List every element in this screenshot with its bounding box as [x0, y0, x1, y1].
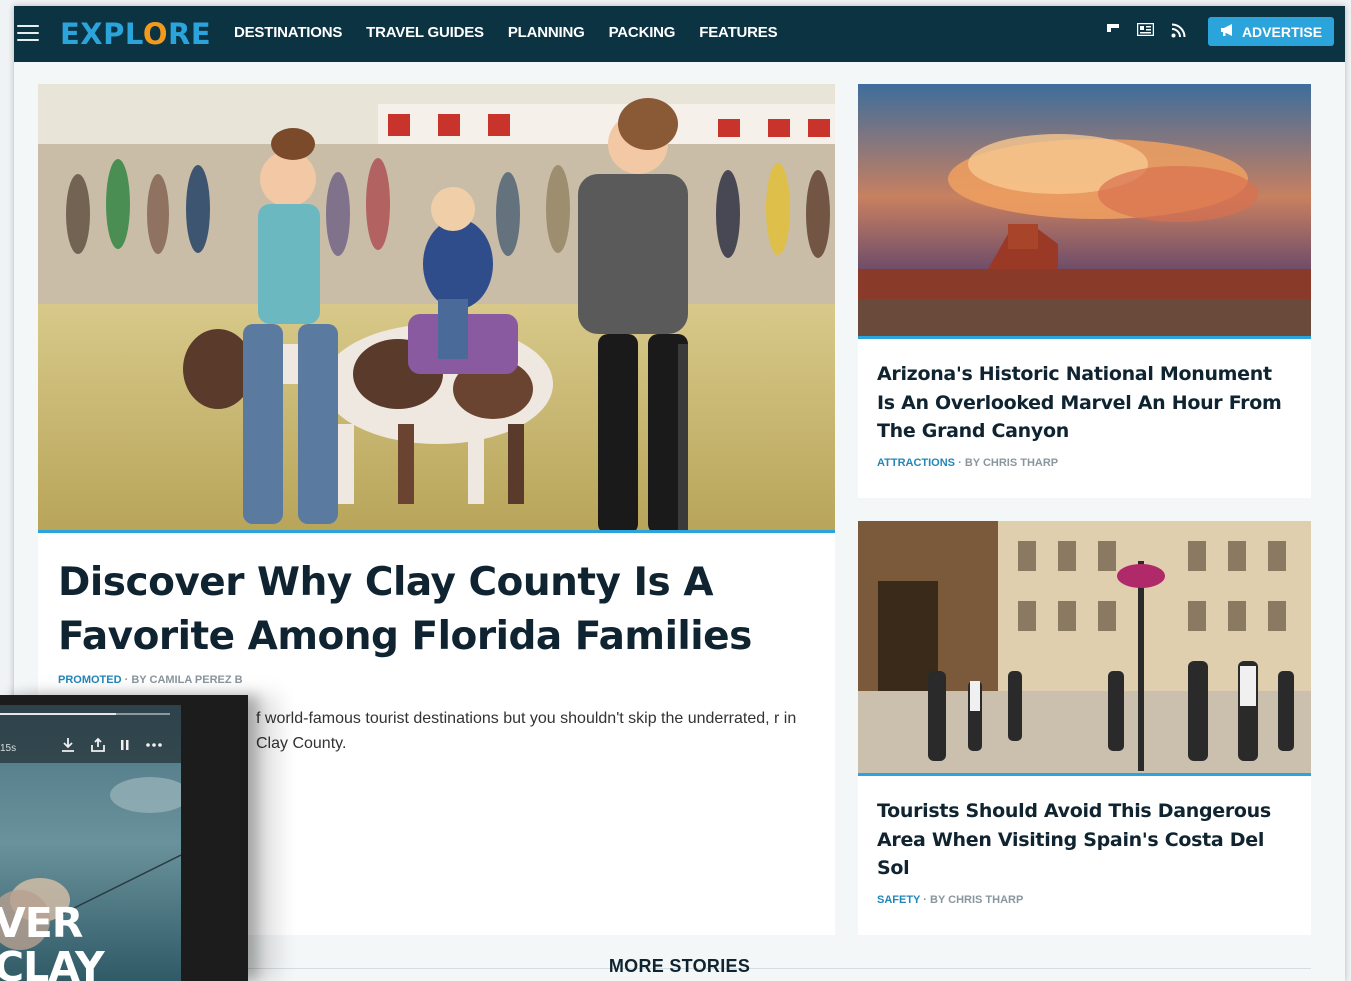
- featured-article-meta: PROMOTED · BY CAMILA PEREZ B: [58, 674, 243, 686]
- video-overlay-text: VER CLAY: [0, 899, 105, 981]
- nav-links: DESTINATIONS TRAVEL GUIDES PLANNING PACK…: [234, 24, 778, 41]
- site-logo[interactable]: EXPLORE: [60, 17, 211, 51]
- side-article-category-arizona[interactable]: ATTRACTIONS: [877, 457, 955, 469]
- nav-link-packing[interactable]: PACKING: [609, 24, 676, 41]
- nav-link-destinations[interactable]: DESTINATIONS: [234, 24, 342, 41]
- video-time: 15s: [0, 743, 17, 754]
- video-frame[interactable]: 15s VER CLAY: [0, 705, 181, 981]
- more-options-icon[interactable]: [145, 737, 163, 757]
- side-article-title-arizona[interactable]: Arizona's Historic National Monument Is …: [877, 360, 1292, 446]
- pause-icon[interactable]: [119, 737, 131, 757]
- advertise-label: ADVERTISE: [1241, 23, 1323, 40]
- meta-separator: ·: [923, 894, 930, 906]
- hamburger-menu-icon[interactable]: [17, 25, 39, 43]
- side-article-byline-arizona[interactable]: BY CHRIS THARP: [965, 457, 1058, 469]
- video-progress-bar[interactable]: [0, 713, 170, 715]
- share-icon[interactable]: [90, 737, 106, 757]
- video-controls-bar: 15s: [0, 705, 181, 763]
- side-article-card-spain[interactable]: Tourists Should Avoid This Dangerous Are…: [858, 521, 1311, 935]
- featured-article-byline[interactable]: BY CAMILA PEREZ B: [131, 674, 242, 686]
- floating-video-player[interactable]: 15s VER CLAY: [0, 695, 248, 981]
- side-article-title-spain[interactable]: Tourists Should Avoid This Dangerous Are…: [877, 797, 1292, 883]
- video-overlay-line2: CLAY: [0, 943, 105, 981]
- side-article-meta-spain: SAFETY · BY CHRIS THARP: [877, 894, 1023, 906]
- side-article-meta-arizona: ATTRACTIONS · BY CHRIS THARP: [877, 457, 1058, 469]
- rss-icon[interactable]: [1170, 23, 1187, 42]
- nav-link-planning[interactable]: PLANNING: [508, 24, 585, 41]
- news-icon[interactable]: [1136, 22, 1155, 42]
- flipboard-icon[interactable]: [1104, 23, 1121, 42]
- advertise-button[interactable]: ADVERTISE: [1208, 17, 1334, 46]
- side-article-image-spain[interactable]: [858, 521, 1311, 776]
- side-article-category-spain[interactable]: SAFETY: [877, 894, 920, 906]
- featured-article-image[interactable]: [38, 84, 835, 533]
- megaphone-icon: [1220, 23, 1236, 40]
- side-article-byline-spain[interactable]: BY CHRIS THARP: [930, 894, 1023, 906]
- featured-article-title[interactable]: Discover Why Clay County Is A Favorite A…: [58, 556, 798, 664]
- nav-link-features[interactable]: FEATURES: [699, 24, 777, 41]
- side-article-card-arizona[interactable]: Arizona's Historic National Monument Is …: [858, 84, 1311, 498]
- top-nav: EXPLORE DESTINATIONS TRAVEL GUIDES PLANN…: [14, 6, 1345, 62]
- video-overlay-line1: VER: [0, 899, 83, 947]
- social-icons: [1104, 22, 1187, 42]
- nav-link-travel-guides[interactable]: TRAVEL GUIDES: [366, 24, 484, 41]
- download-icon[interactable]: [60, 737, 76, 757]
- featured-article-category[interactable]: PROMOTED: [58, 674, 122, 686]
- side-article-image-arizona[interactable]: [858, 84, 1311, 339]
- meta-separator: ·: [958, 457, 965, 469]
